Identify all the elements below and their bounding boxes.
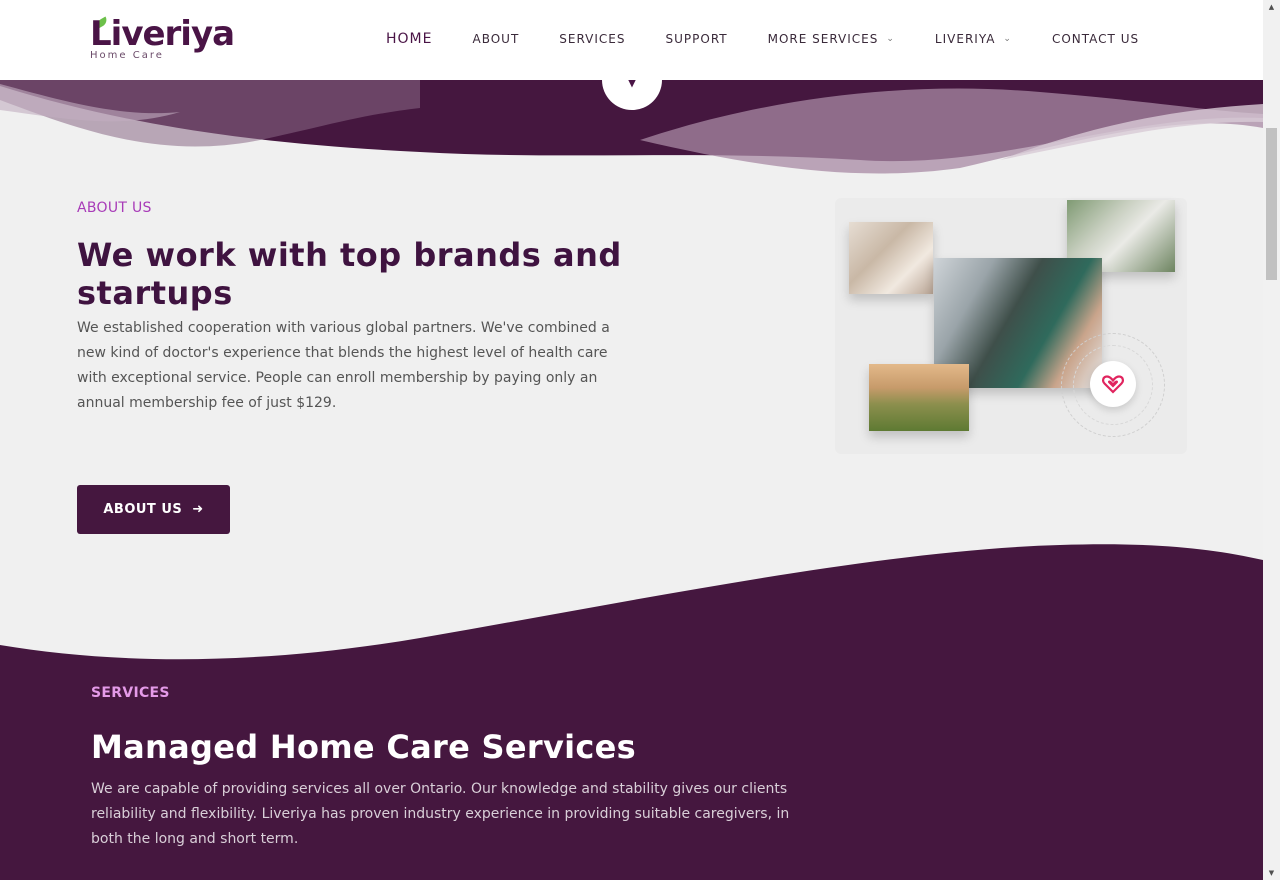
scroll-down-arrow-icon[interactable]: ▼: [1263, 866, 1280, 880]
heart-badge: [1090, 361, 1136, 407]
nav-item-home[interactable]: HOME: [386, 31, 432, 47]
about-us-button[interactable]: ABOUT US ➜: [77, 485, 230, 534]
landscape-photo: [869, 364, 969, 431]
nav-label-contact-us: CONTACT US: [1051, 32, 1140, 46]
nav-label-about: ABOUT: [472, 32, 520, 46]
nav-label-more-services: MORE SERVICES: [767, 32, 879, 46]
nav-item-more-services[interactable]: MORE SERVICES ⌄: [768, 32, 895, 46]
chevron-down-icon: ⌄: [1003, 34, 1012, 44]
about-description: We established cooperation with various …: [77, 320, 610, 411]
services-eyebrow: SERVICES: [91, 685, 170, 701]
about-us-button-label: ABOUT US: [103, 502, 183, 517]
about-image-collage: [835, 198, 1187, 454]
about-title: We work with top brands and startups: [77, 236, 622, 312]
services-description: We are capable of providing services all…: [91, 781, 790, 847]
nav-label-home: HOME: [386, 31, 433, 47]
site-header: Liveriya Home Care HOME ABOUT SERVICES S…: [0, 0, 1263, 80]
scroll-up-arrow-icon[interactable]: ▲: [1263, 0, 1280, 14]
nav-item-liveriya[interactable]: LIVERIYA ⌄: [935, 32, 1012, 46]
nav-item-services[interactable]: SERVICES: [559, 32, 625, 46]
nav-label-support: SUPPORT: [665, 32, 728, 46]
nav-item-about[interactable]: ABOUT: [472, 32, 519, 46]
mother-child-photo: [849, 222, 933, 294]
main-nav: HOME ABOUT SERVICES SUPPORT MORE SERVICE…: [386, 31, 1139, 47]
chevron-down-icon: ⌄: [886, 34, 895, 44]
about-eyebrow: ABOUT US: [77, 200, 152, 216]
nav-label-liveriya: LIVERIYA: [934, 32, 996, 46]
scrollbar-thumb[interactable]: [1266, 128, 1277, 280]
nav-item-support[interactable]: SUPPORT: [666, 32, 728, 46]
nav-item-contact-us[interactable]: CONTACT US: [1052, 32, 1139, 46]
nav-label-services: SERVICES: [559, 32, 626, 46]
logo-tagline: Home Care: [90, 50, 164, 61]
services-title: Managed Home Care Services: [91, 728, 637, 766]
heart-icon: [1102, 375, 1124, 394]
page-scrollbar[interactable]: ▲ ▼: [1263, 0, 1280, 880]
arrow-right-icon: ➜: [192, 502, 204, 517]
logo-word: Liveriya: [90, 14, 235, 54]
logo[interactable]: Liveriya Home Care: [90, 14, 235, 66]
